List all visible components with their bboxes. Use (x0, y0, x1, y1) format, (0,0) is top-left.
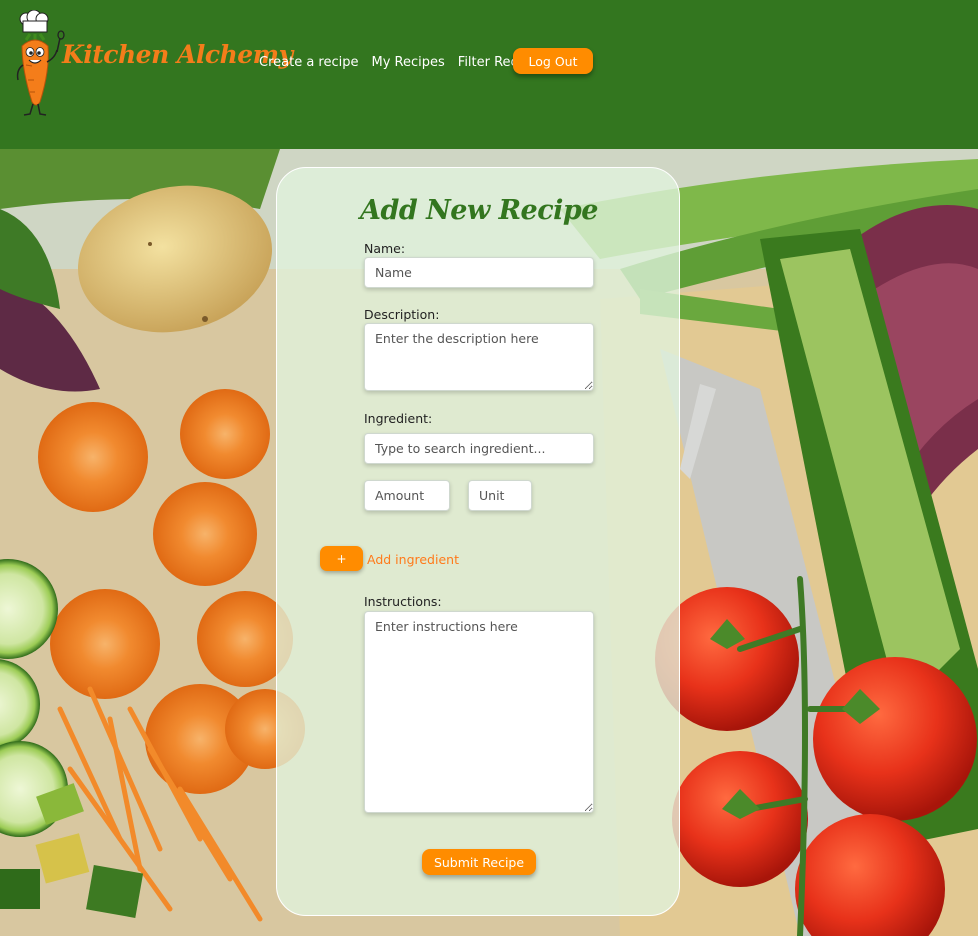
ingredient-search-input[interactable] (364, 433, 594, 464)
submit-recipe-button[interactable]: Submit Recipe (422, 849, 536, 875)
unit-input[interactable] (468, 480, 532, 511)
nav-my-recipes[interactable]: My Recipes (372, 55, 445, 70)
carrot-chef-icon (16, 10, 65, 116)
add-recipe-card: Add New Recipe Name: Description: Ingred… (276, 167, 680, 916)
description-label: Description: (364, 307, 440, 322)
description-textarea[interactable] (364, 323, 594, 391)
name-label: Name: (364, 241, 406, 256)
name-input[interactable] (364, 257, 594, 288)
add-ingredient-button[interactable]: + (320, 546, 363, 571)
ingredient-label: Ingredient: (364, 411, 433, 426)
amount-input[interactable] (364, 480, 450, 511)
logout-button[interactable]: Log Out (513, 48, 593, 74)
instructions-textarea[interactable] (364, 611, 594, 813)
nav-create-recipe[interactable]: Create a recipe (259, 55, 359, 70)
page-title: Add New Recipe (360, 195, 598, 226)
instructions-label: Instructions: (364, 594, 442, 609)
brand-logo[interactable]: Kitchen Alchemy (10, 10, 293, 120)
top-header: Kitchen Alchemy Create a recipe My Recip… (0, 0, 978, 149)
add-ingredient-link[interactable]: Add ingredient (367, 552, 459, 567)
